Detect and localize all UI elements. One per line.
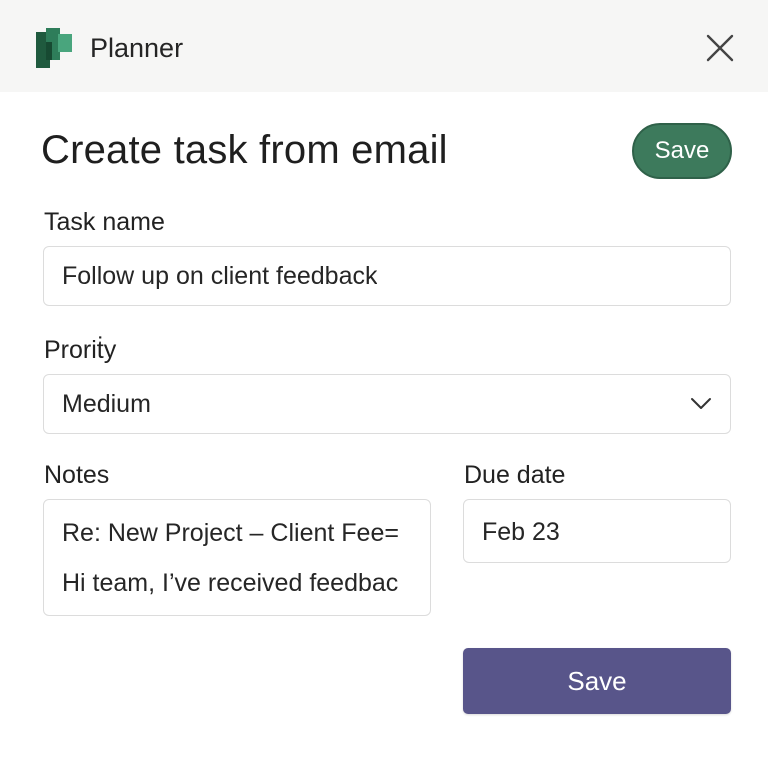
notes-line-body: Hi team, I’ve received feedbac	[62, 569, 399, 597]
app-name: Planner	[90, 33, 184, 63]
priority-label: Proriṫy	[44, 336, 117, 364]
notes-line-subject: Re: New Project – Client Fee=	[62, 519, 399, 547]
dialog-header: Planner	[0, 0, 768, 92]
header-save-button[interactable]: Save	[632, 123, 732, 179]
planner-task-dialog: Planner Create task from email Save Task…	[0, 0, 768, 768]
notes-textarea[interactable]: Re: New Project – Client Fee= Hi team, I…	[43, 499, 431, 616]
priority-value: Medium	[62, 390, 151, 418]
chevron-down-icon	[691, 398, 711, 409]
due-date-input[interactable]: Feb 23	[463, 499, 731, 563]
due-date-label: Due date	[464, 461, 566, 489]
notes-label: Notes	[44, 461, 110, 489]
task-name-label: Task name	[44, 208, 165, 236]
due-date-value: Feb 23	[482, 518, 560, 546]
page-title: Create task from email	[41, 128, 448, 172]
task-name-input[interactable]: Follow up on client feedback	[43, 246, 731, 306]
close-icon	[706, 34, 734, 62]
planner-logo-icon	[36, 28, 72, 68]
task-name-value: Follow up on client feedback	[62, 262, 378, 290]
priority-select[interactable]: Medium	[43, 374, 731, 434]
save-button[interactable]: Save	[463, 648, 731, 714]
close-button[interactable]	[700, 28, 740, 68]
